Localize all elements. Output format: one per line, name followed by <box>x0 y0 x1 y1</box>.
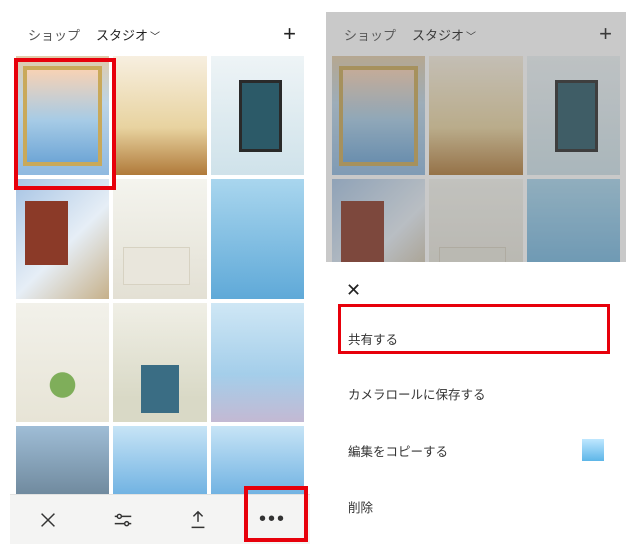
tab-studio[interactable]: スタジオ﹀ <box>88 19 168 50</box>
sliders-icon <box>112 509 134 531</box>
tab-studio-label: スタジオ <box>96 28 148 43</box>
adjust-button[interactable] <box>103 500 143 540</box>
sheet-item-label: 編集をコピーする <box>348 441 448 460</box>
thumb-9[interactable] <box>211 303 304 422</box>
share-button[interactable] <box>178 500 218 540</box>
upload-icon <box>187 509 209 531</box>
sheet-close-button[interactable]: ✕ <box>344 276 608 311</box>
add-button[interactable]: + <box>279 21 300 47</box>
photo-grid <box>10 56 310 512</box>
sheet-item-save[interactable]: カメラロールに保存する <box>344 366 608 421</box>
phone-left: ショップ スタジオ﹀ + <box>10 12 310 544</box>
thumb-1 <box>332 56 425 175</box>
more-icon: ••• <box>259 508 286 531</box>
sheet-item-label: 共有する <box>348 329 398 348</box>
thumb-2[interactable] <box>113 56 206 175</box>
action-sheet: ✕ 共有する カメラロールに保存する 編集をコピーする 削除 <box>326 262 626 544</box>
tab-shop: ショップ <box>336 19 404 50</box>
edit-preview-thumb <box>582 439 604 461</box>
tab-shop[interactable]: ショップ <box>20 19 88 50</box>
chevron-down-icon: ﹀ <box>466 32 476 43</box>
sheet-item-label: カメラロールに保存する <box>348 384 486 403</box>
close-button[interactable] <box>28 500 68 540</box>
tab-studio-label: スタジオ <box>412 28 464 43</box>
thumb-4[interactable] <box>16 179 109 298</box>
thumb-3[interactable] <box>211 56 304 175</box>
sheet-item-delete[interactable]: 削除 <box>344 479 608 534</box>
sheet-item-copy-edit[interactable]: 編集をコピーする <box>344 421 608 479</box>
phone-right: ショップ スタジオ﹀ + ✕ 共有する カメラロールに保存する <box>326 12 626 544</box>
more-button[interactable]: ••• <box>253 500 293 540</box>
thumb-8[interactable] <box>113 303 206 422</box>
top-bar: ショップ スタジオ﹀ + <box>10 12 310 56</box>
close-icon <box>37 509 59 531</box>
sheet-item-share[interactable]: 共有する <box>344 311 608 366</box>
thumb-2 <box>429 56 522 175</box>
top-bar: ショップ スタジオ﹀ + <box>326 12 626 56</box>
sheet-item-label: 削除 <box>348 497 373 516</box>
chevron-down-icon: ﹀ <box>150 32 160 43</box>
tab-studio: スタジオ﹀ <box>404 19 484 50</box>
add-button: + <box>595 21 616 47</box>
thumb-7[interactable] <box>16 303 109 422</box>
thumb-5[interactable] <box>113 179 206 298</box>
thumb-6[interactable] <box>211 179 304 298</box>
close-icon: ✕ <box>346 280 361 300</box>
thumb-1[interactable] <box>16 56 109 175</box>
thumb-3 <box>527 56 620 175</box>
bottom-toolbar: ••• <box>10 494 310 544</box>
